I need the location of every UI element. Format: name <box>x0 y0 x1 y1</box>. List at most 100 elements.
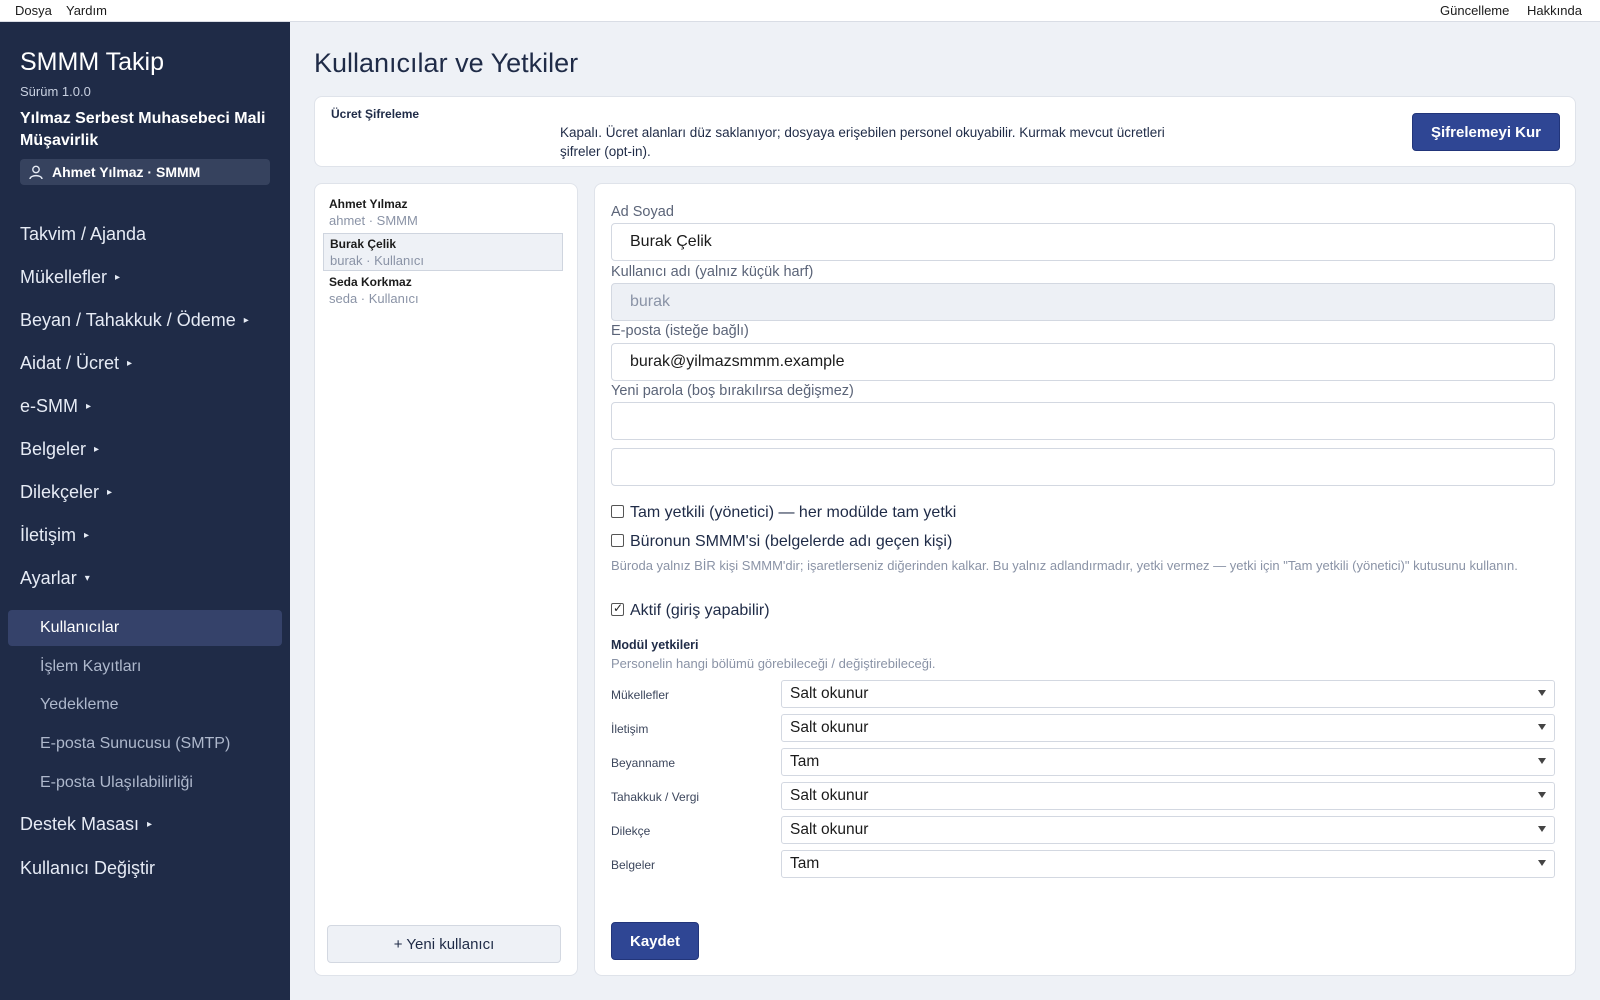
nav-settings[interactable]: Ayarlar ▾ <box>20 568 90 589</box>
nav-declarations[interactable]: Beyan / Tahakkuk / Ödeme ▸ <box>20 310 249 331</box>
perm-label-contact: İletişim <box>611 722 649 736</box>
perm-select-declaration[interactable]: Tam <box>781 748 1555 776</box>
admin-checkbox-label: Tam yetkili (yönetici) — her modülde tam… <box>630 504 957 521</box>
select-value: Tam <box>790 753 820 770</box>
nav-label: İletişim <box>20 525 77 545</box>
dropdown-arrow-icon <box>1538 758 1546 764</box>
expand-arrow-icon: ▸ <box>107 487 113 498</box>
user-name: Ahmet Yılmaz <box>329 197 408 211</box>
password-field[interactable] <box>611 402 1555 440</box>
subnav-users[interactable]: Kullanıcılar <box>40 619 119 637</box>
user-meta: seda · Kullanıcı <box>329 291 419 306</box>
nav-label: Beyan / Tahakkuk / Ödeme <box>20 310 236 330</box>
nav-label: Dilekçeler <box>20 482 100 502</box>
encryption-label: Ücret Şifreleme <box>331 107 420 121</box>
expand-arrow-icon: ▸ <box>243 315 249 326</box>
email-label: E-posta (isteğe bağlı) <box>611 323 749 339</box>
nav-label: Belgeler <box>20 439 87 459</box>
nav-contact[interactable]: İletişim ▸ <box>20 525 89 546</box>
setup-encryption-button[interactable]: Şifrelemeyi Kur <box>1412 113 1560 151</box>
active-checkbox[interactable]: Aktif (giriş yapabilir) <box>611 601 770 620</box>
nav-esmm[interactable]: e-SMM ▸ <box>20 396 91 417</box>
perm-label-accrual: Tahakkuk / Vergi <box>611 790 700 804</box>
expand-arrow-icon: ▸ <box>147 819 153 830</box>
active-checkbox-label: Aktif (giriş yapabilir) <box>630 602 770 619</box>
dropdown-arrow-icon <box>1538 826 1546 832</box>
user-icon <box>29 165 43 180</box>
current-user-chip: Ahmet Yılmaz · SMMM <box>20 159 270 185</box>
dropdown-arrow-icon <box>1538 690 1546 696</box>
user-list-item[interactable]: Ahmet Yılmaz ahmet · SMMM <box>323 194 563 232</box>
nav-calendar[interactable]: Takvim / Ajanda <box>20 224 146 245</box>
password-confirm-field[interactable] <box>611 448 1555 486</box>
name-label: Ad Soyad <box>611 204 674 220</box>
app-title: SMMM Takip <box>20 48 165 76</box>
nav-taxpayers[interactable]: Mükellefler ▸ <box>20 267 120 288</box>
perm-select-documents[interactable]: Tam <box>781 850 1555 878</box>
nav-helpdesk[interactable]: Destek Masası ▸ <box>20 814 152 835</box>
dropdown-arrow-icon <box>1538 724 1546 730</box>
select-value: Salt okunur <box>790 787 869 804</box>
perm-label-taxpayers: Mükellefler <box>611 688 670 702</box>
smmm-hint: Büroda yalnız BİR kişi SMMM'dir; işaretl… <box>611 558 1518 573</box>
current-user-label: Ahmet Yılmaz · SMMM <box>52 164 201 180</box>
expand-arrow-icon: ▸ <box>127 358 133 369</box>
save-button[interactable]: Kaydet <box>611 922 699 960</box>
nav-label: Takvim / Ajanda <box>20 224 147 244</box>
firm-name: Yılmaz Serbest Muhasebeci Mali Müşavirli… <box>20 110 266 149</box>
checkbox-checked-icon <box>611 601 624 616</box>
nav-petitions[interactable]: Dilekçeler ▸ <box>20 482 112 503</box>
encryption-card: Ücret Şifreleme Kapalı. Ücret alanları d… <box>314 96 1576 167</box>
nav-fees[interactable]: Aidat / Ücret ▸ <box>20 353 132 374</box>
dropdown-arrow-icon <box>1538 860 1546 866</box>
perm-label-petition: Dilekçe <box>611 824 651 838</box>
user-list-item-selected[interactable]: Burak Çelik burak · Kullanıcı <box>323 233 563 271</box>
nav-label: e-SMM <box>20 396 78 416</box>
username-field: burak <box>611 283 1555 321</box>
checkbox-icon <box>611 534 624 547</box>
menu-update[interactable]: Güncelleme <box>1440 3 1509 18</box>
expand-arrow-icon: ▸ <box>115 272 121 283</box>
expand-arrow-icon: ▸ <box>86 401 92 412</box>
perm-select-accrual[interactable]: Salt okunur <box>781 782 1555 810</box>
menu-file[interactable]: Dosya <box>15 3 52 18</box>
menu-help[interactable]: Yardım <box>66 3 107 18</box>
nav-label: Ayarlar <box>20 568 77 588</box>
menu-about[interactable]: Hakkında <box>1527 3 1582 18</box>
subnav-email-deliverability[interactable]: E-posta Ulaşılabilirliği <box>40 774 193 792</box>
perm-label-documents: Belgeler <box>611 858 656 872</box>
encryption-description: Kapalı. Ücret alanları düz saklanıyor; d… <box>560 125 1165 159</box>
nav-switch-user[interactable]: Kullanıcı Değiştir <box>20 858 155 879</box>
collapse-arrow-icon: ▾ <box>84 573 90 584</box>
perm-select-taxpayers[interactable]: Salt okunur <box>781 680 1555 708</box>
menubar: Dosya Yardım Güncelleme Hakkında <box>0 0 1600 22</box>
email-field[interactable]: burak@yilmazsmmm.example <box>611 343 1555 381</box>
permissions-title: Modül yetkileri <box>611 638 699 652</box>
user-list-item[interactable]: Seda Korkmaz seda · Kullanıcı <box>323 272 563 310</box>
admin-checkbox[interactable]: Tam yetkili (yönetici) — her modülde tam… <box>611 504 956 522</box>
new-user-button[interactable]: + Yeni kullanıcı <box>327 925 561 963</box>
password-label: Yeni parola (boş bırakılırsa değişmez) <box>611 383 854 399</box>
page-title: Kullanıcılar ve Yetkiler <box>314 48 579 78</box>
permissions-hint: Personelin hangi bölümü görebileceği / d… <box>611 656 936 671</box>
user-list-card: Ahmet Yılmaz ahmet · SMMM Burak Çelik bu… <box>314 183 578 976</box>
nav-documents[interactable]: Belgeler ▸ <box>20 439 99 460</box>
select-value: Salt okunur <box>790 821 869 838</box>
sidebar: SMMM Takip Sürüm 1.0.0 Yılmaz Serbest Mu… <box>0 22 290 1000</box>
nav-label: Destek Masası <box>20 814 140 834</box>
perm-label-declaration: Beyanname <box>611 756 676 770</box>
checkbox-icon <box>611 505 624 518</box>
subnav-backup[interactable]: Yedekleme <box>40 696 119 714</box>
select-value: Salt okunur <box>790 685 869 702</box>
smmm-checkbox[interactable]: Büronun SMMM'si (belgelerde adı geçen ki… <box>611 533 952 551</box>
username-label: Kullanıcı adı (yalnız küçük harf) <box>611 264 814 280</box>
smmm-checkbox-label: Büronun SMMM'si (belgelerde adı geçen ki… <box>630 533 953 550</box>
user-form-card: Ad Soyad Burak Çelik Kullanıcı adı (yaln… <box>594 183 1576 976</box>
subnav-smtp[interactable]: E-posta Sunucusu (SMTP) <box>40 735 230 753</box>
nav-label: Mükellefler <box>20 267 108 287</box>
name-field[interactable]: Burak Çelik <box>611 223 1555 261</box>
perm-select-contact[interactable]: Salt okunur <box>781 714 1555 742</box>
perm-select-petition[interactable]: Salt okunur <box>781 816 1555 844</box>
subnav-activity-logs[interactable]: İşlem Kayıtları <box>40 658 141 676</box>
user-name: Seda Korkmaz <box>329 275 412 289</box>
